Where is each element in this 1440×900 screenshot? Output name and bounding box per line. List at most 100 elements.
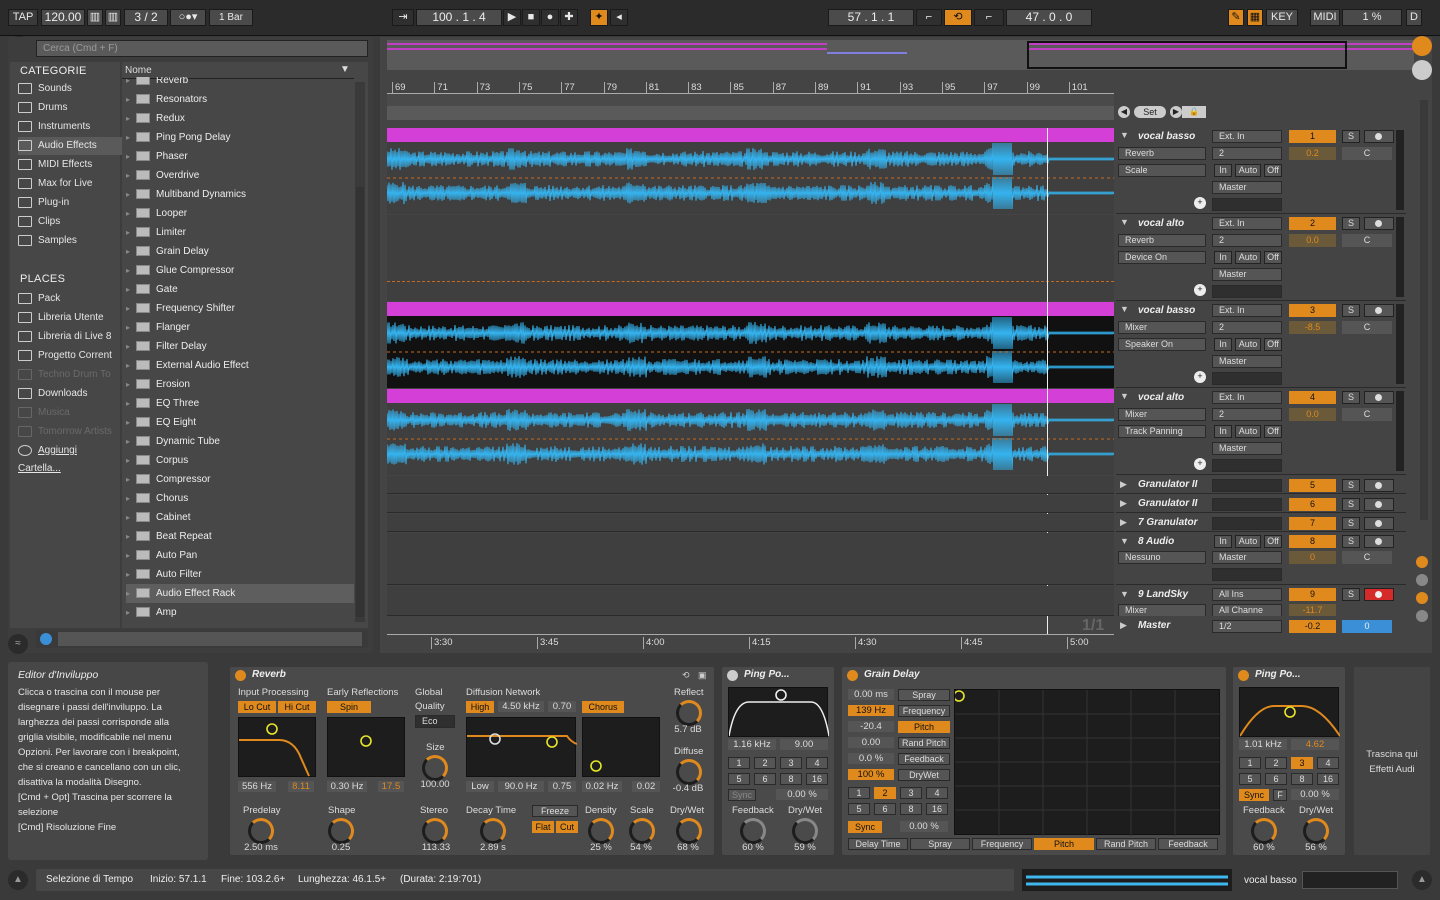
expand-icon[interactable]: ▸	[126, 109, 136, 128]
beat-division-button[interactable]: 8	[780, 773, 802, 785]
spin-button[interactable]: Spin	[327, 701, 371, 713]
dry-wet-knob[interactable]	[676, 818, 702, 844]
beat-division-button[interactable]: 8	[1291, 773, 1313, 785]
loop-start-field[interactable]: 57 . 1 . 1	[828, 9, 914, 26]
track-lane[interactable]	[386, 128, 1115, 214]
metronome-icon[interactable]: ○●▾	[170, 9, 206, 26]
hot-swap-icon[interactable]: ⟲	[682, 670, 694, 681]
arm-button[interactable]	[1364, 304, 1394, 317]
beat-division-button[interactable]: 8	[900, 803, 922, 815]
add-lane-icon[interactable]: +	[1194, 371, 1206, 383]
loop-switch-icon[interactable]: ⟲	[944, 9, 972, 26]
session-view-icon[interactable]	[1412, 60, 1432, 80]
pan-value[interactable]: C	[1342, 321, 1392, 334]
clip-header[interactable]	[387, 302, 1114, 316]
pan-value[interactable]: C	[1342, 408, 1392, 421]
decay-time-knob[interactable]	[480, 818, 506, 844]
volume-value[interactable]: 0	[1289, 551, 1336, 564]
track-activator[interactable]: 7	[1289, 517, 1336, 530]
beat-division-button[interactable]: 3	[1291, 757, 1313, 769]
device-chooser[interactable]: Reverb	[1118, 234, 1206, 247]
fold-chevron-icon[interactable]: ▼	[1120, 391, 1130, 403]
density-knob[interactable]	[588, 818, 614, 844]
file-item[interactable]: ▸ Beat Repeat	[126, 527, 354, 546]
chorus-amount-value[interactable]: 0.02	[632, 781, 660, 792]
fold-chevron-icon[interactable]: ▼	[1120, 304, 1130, 316]
input-type-select[interactable]: Ext. In	[1212, 217, 1282, 230]
grain-param-value[interactable]: 0.00	[848, 737, 894, 748]
overdub-toggle-icon[interactable]	[1416, 610, 1428, 622]
track-activator[interactable]: 5	[1289, 479, 1336, 492]
monitor-auto-button[interactable]: Auto	[1235, 338, 1261, 351]
xy-axis-button[interactable]: Frequency	[972, 838, 1032, 850]
monitor-in-button[interactable]: In	[1214, 338, 1232, 351]
track-lane[interactable]	[386, 302, 1115, 388]
output-channel-select[interactable]	[1212, 568, 1282, 581]
expand-icon[interactable]: ▸	[126, 470, 136, 489]
set-locator-button[interactable]: Set	[1134, 106, 1166, 118]
loop-length-field[interactable]: 47 . 0 . 0	[1006, 9, 1092, 26]
output-channel-select[interactable]	[1212, 459, 1282, 472]
beat-division-button[interactable]: 2	[874, 787, 896, 799]
dry-wet-knob[interactable]	[1303, 818, 1329, 844]
place-item[interactable]: Progetto Corrent	[18, 347, 122, 365]
input-width-value[interactable]: 8.11	[288, 781, 314, 792]
expand-icon[interactable]: ▸	[126, 375, 136, 394]
device-on-icon[interactable]	[235, 670, 246, 681]
category-item[interactable]: MIDI Effects	[18, 156, 122, 174]
expand-icon[interactable]: ▸	[126, 508, 136, 527]
output-select[interactable]	[1212, 517, 1282, 530]
output-select[interactable]	[1212, 479, 1282, 492]
grain-param-button[interactable]: Pitch	[898, 721, 950, 733]
diffusion-display[interactable]	[466, 717, 578, 777]
file-item[interactable]: ▸ Resonators	[126, 90, 354, 109]
file-item[interactable]: ▸ Amp	[126, 603, 354, 622]
detail-view-toggle-icon[interactable]: ▲	[1412, 870, 1432, 890]
low-button[interactable]: Low	[466, 781, 494, 792]
back-to-arrangement-icon[interactable]: ◂	[610, 9, 628, 26]
volume-value[interactable]: -0.2	[1289, 620, 1336, 633]
loop-brace[interactable]	[387, 106, 1114, 120]
expand-icon[interactable]: ▸	[126, 489, 136, 508]
beat-division-button[interactable]: 3	[900, 787, 922, 799]
input-channel-select[interactable]: 2	[1212, 234, 1282, 247]
beat-ruler[interactable]: 69 71 73 75 77 79 81 83 85 87 89 91 93 95 97 99 101	[387, 82, 1114, 94]
chorus-button[interactable]: Chorus	[582, 701, 624, 713]
expand-icon[interactable]: ▸	[126, 147, 136, 166]
solo-button[interactable]: S	[1342, 517, 1360, 530]
category-item[interactable]: Instruments	[18, 118, 122, 136]
pan-value[interactable]: C	[1342, 234, 1392, 247]
file-item[interactable]: ▸ Redux	[126, 109, 354, 128]
reflect-knob[interactable]	[676, 700, 702, 726]
file-item[interactable]: ▸ Corpus	[126, 451, 354, 470]
grain-param-value[interactable]: 100 %	[848, 769, 894, 780]
expand-icon[interactable]: ▸	[126, 565, 136, 584]
input-type-select[interactable]: All Ins	[1212, 588, 1282, 601]
volume-value[interactable]: 0.0	[1289, 234, 1336, 247]
tempo-field[interactable]: 120.00	[41, 9, 85, 26]
grain-param-value[interactable]: -20.4	[848, 721, 894, 732]
file-item[interactable]: ▸ Overdrive	[126, 166, 354, 185]
pan-value[interactable]: C	[1342, 147, 1392, 160]
device-chooser[interactable]: Mixer	[1118, 408, 1206, 421]
input-filter-display[interactable]	[238, 717, 316, 777]
automation-arm-icon[interactable]: ✦	[590, 9, 608, 26]
freq-value[interactable]: 1.16 kHz	[728, 739, 776, 750]
output-select[interactable]: Master	[1212, 268, 1282, 281]
solo-button[interactable]: S	[1342, 498, 1360, 511]
low-q-value[interactable]: 0.75	[548, 781, 576, 792]
beat-division-button[interactable]: 6	[1265, 773, 1287, 785]
file-item[interactable]: ▸ Multiband Dynamics	[126, 185, 354, 204]
monitor-in-button[interactable]: In	[1214, 425, 1232, 438]
search-input[interactable]: Cerca (Cmd + F)	[36, 40, 368, 57]
file-item[interactable]: ▸ Compressor	[126, 470, 354, 489]
category-item[interactable]: Samples	[18, 232, 122, 250]
track-name[interactable]: Master	[1133, 618, 1209, 633]
device-chooser[interactable]: Mixer	[1118, 321, 1206, 334]
monitor-in-button[interactable]: In	[1214, 535, 1232, 548]
file-item[interactable]: ▸ Glue Compressor	[126, 261, 354, 280]
time-ruler[interactable]: 3:30 3:45 4:00 4:15 4:30 4:45 5:00	[387, 634, 1114, 650]
xy-axis-button[interactable]: Rand Pitch	[1096, 838, 1156, 850]
add-lane-icon[interactable]: +	[1194, 458, 1206, 470]
overview-strip[interactable]	[387, 40, 1414, 70]
